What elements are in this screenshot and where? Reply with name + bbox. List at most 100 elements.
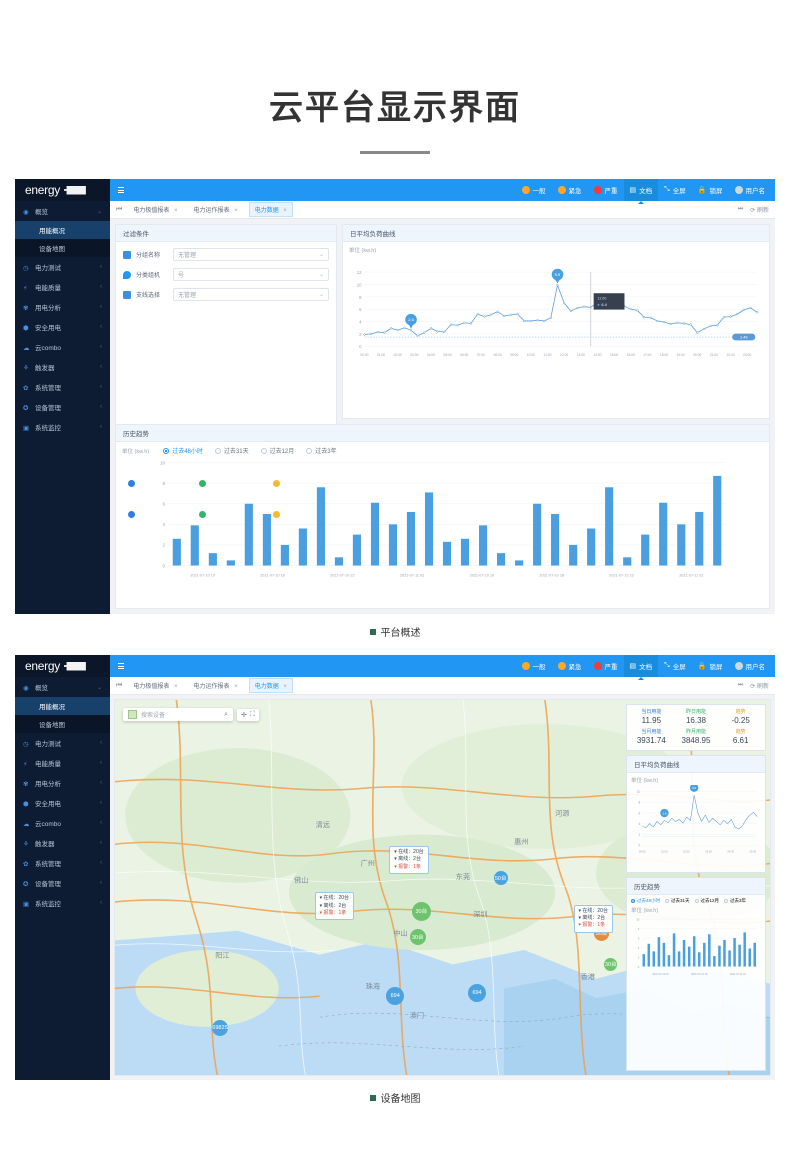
filter-select-2[interactable]: 无管理 ⌄ (173, 288, 329, 301)
search-icon[interactable]: ⌕ (224, 711, 228, 719)
sidebar-item-0[interactable]: ◉ 概览 ⌄ (15, 677, 110, 697)
topbar-button-1[interactable]: 紧急 (552, 179, 588, 201)
tab-2[interactable]: 电力数据 × (248, 202, 293, 217)
topbar-button-6[interactable]: 用户名 (729, 179, 772, 201)
sidebar-item-6[interactable]: ⬢ 安全用电 ‹ (15, 793, 110, 813)
sidebar-item-6[interactable]: ⬢ 安全用电 ‹ (15, 317, 110, 337)
sidebar-item-9[interactable]: ✿ 系统管理 ‹ (15, 853, 110, 873)
sidebar-item-10[interactable]: ✪ 设备管理 ‹ (15, 397, 110, 417)
bar-21[interactable] (551, 514, 560, 566)
map-bar-21[interactable] (748, 948, 751, 967)
bar-13[interactable] (406, 511, 416, 566)
sidebar-item-8[interactable]: ⚘ 触发器 ‹ (15, 833, 110, 853)
bar-23[interactable] (587, 528, 596, 566)
bar-28[interactable] (677, 524, 686, 566)
sidebar-item-3[interactable]: ◷ 电力测试 ‹ (15, 257, 110, 277)
filter-select-1[interactable]: 号 ⌄ (173, 268, 329, 281)
bar-8[interactable] (316, 487, 326, 566)
bar-16[interactable] (460, 538, 470, 566)
map-popup-0[interactable]: ▾ 在线：20台 ▾ 离线：2台 ▾ 报警：1条 (389, 846, 429, 874)
filter-select-0[interactable]: 无管理 ⌄ (173, 248, 329, 261)
radio-option-3[interactable]: 过去3年 (724, 898, 746, 904)
map-bar-3[interactable] (657, 937, 661, 967)
map-bar-14[interactable] (713, 956, 716, 967)
topbar-button-0[interactable]: 一般 (516, 655, 552, 677)
sidebar-item-5[interactable]: ✾ 用电分析 ‹ (15, 297, 110, 317)
map-popup-2[interactable]: ▾ 在线：20台 ▾ 离线：2台 ▾ 报警：1条 (573, 904, 613, 933)
sidebar-item-7[interactable]: ☁ 云combo ‹ (15, 337, 110, 357)
topbar-button-4[interactable]: ⤡ 全屏 (658, 655, 692, 677)
bar-22[interactable] (569, 544, 578, 566)
map-bar-15[interactable] (718, 945, 721, 967)
topbar-button-3[interactable]: ▤ 文档 (623, 179, 659, 204)
bar-4[interactable] (244, 503, 253, 566)
bar-27[interactable] (659, 502, 668, 566)
map-bar-8[interactable] (682, 939, 686, 967)
sidebar-item-4[interactable]: ⚡ 电能质量 ‹ (15, 277, 110, 297)
tab-scroll-left-icon[interactable]: ⏮ (116, 206, 122, 214)
radio-option-1[interactable]: 过去31天 (214, 446, 249, 455)
map-load-curve-chart[interactable]: 0 2 4 6 8 10 9.9 2.6 00:00 01:00 02:00 03:00 04:0… (631, 783, 761, 864)
sidebar-item-4[interactable]: ⚡ 电能质量 ‹ (15, 753, 110, 773)
close-icon[interactable]: × (174, 208, 178, 214)
tab-2[interactable]: 电力数据 × (248, 678, 293, 693)
map-bar-12[interactable] (703, 942, 706, 967)
map-bar-20[interactable] (743, 932, 746, 967)
sidebar-item-10[interactable]: ✪ 设备管理 ‹ (15, 873, 110, 893)
topbar-button-2[interactable]: 严重 (588, 179, 624, 201)
sidebar-item-5[interactable]: ✾ 用电分析 ‹ (15, 773, 110, 793)
map-bar-1[interactable] (647, 943, 651, 967)
tab-0[interactable]: 电力极值报表 × (128, 679, 182, 692)
device-map[interactable]: 清远 佛山 广州 东莞 中山 深圳 珠海 澳门 香港 惠州 阳江 河源 搜索设备 ⌕ ✛ ⛶ (114, 699, 771, 1076)
bar-0[interactable] (172, 538, 181, 566)
bar-7[interactable] (298, 528, 307, 566)
bar-20[interactable] (533, 503, 542, 566)
topbar-button-0[interactable]: 一般 (516, 179, 552, 201)
radio-option-1[interactable]: 过去31天 (665, 898, 690, 904)
bar-24[interactable] (605, 487, 614, 566)
bar-29[interactable] (695, 511, 704, 566)
bar-11[interactable] (370, 502, 380, 566)
radio-option-3[interactable]: 过去3年 (306, 446, 337, 455)
bar-9[interactable] (334, 557, 344, 566)
sidebar-item-7[interactable]: ☁ 云combo ‹ (15, 813, 110, 833)
bar-19[interactable] (515, 560, 524, 566)
sidebar-item-11[interactable]: ▣ 系统监控 ‹ (15, 417, 110, 437)
map-cluster-0[interactable]: 30台 (411, 901, 431, 921)
tab-0[interactable]: 电力极值报表 × (128, 203, 182, 216)
bar-5[interactable] (262, 514, 271, 566)
fit-icon[interactable]: ⛶ (250, 711, 255, 719)
map-history-bar-chart[interactable]: 0 2 4 6 8 10 2021-07-10 10 2021-07-10 18 2021-07… (631, 915, 761, 984)
sidebar-item-8[interactable]: ⚘ 触发器 ‹ (15, 357, 110, 377)
menu-toggle-icon-map[interactable] (114, 663, 128, 669)
map-cluster-1[interactable]: 30台 (409, 928, 426, 945)
topbar-button-5[interactable]: 🔒 锁屏 (692, 655, 729, 677)
map-bar-9[interactable] (687, 946, 691, 967)
bar-10[interactable] (352, 534, 361, 566)
history-bar-chart[interactable]: 0 2 4 6 8 10 2021-07-10 10 2021-07-10 18 2021-07… (122, 458, 763, 585)
radio-option-0[interactable]: 过去48小时 (163, 446, 203, 455)
tab-scroll-right-icon-map[interactable]: ⏭ (738, 682, 743, 689)
move-icon[interactable]: ✛ (241, 711, 247, 719)
tab-1[interactable]: 电力运作报表 × (189, 679, 243, 692)
sidebar-item-3[interactable]: ◷ 电力测试 ‹ (15, 733, 110, 753)
bar-25[interactable] (623, 557, 632, 566)
topbar-button-5[interactable]: 🔒 锁屏 (692, 179, 729, 201)
search-input[interactable]: 搜索设备 (141, 710, 220, 719)
tab-scroll-left-icon-map[interactable]: ⏮ (116, 682, 122, 690)
sidebar-item-2[interactable]: 设备地图 (15, 715, 110, 733)
map-bar-22[interactable] (753, 942, 756, 967)
radio-option-2[interactable]: 过去12月 (694, 898, 719, 904)
radio-option-2[interactable]: 过去12月 (260, 446, 294, 455)
menu-toggle-icon[interactable] (114, 187, 128, 193)
sidebar-item-1[interactable]: 用能概况 (15, 221, 110, 239)
bar-6[interactable] (280, 544, 289, 566)
bar-14[interactable] (424, 492, 434, 566)
map-bar-11[interactable] (697, 952, 701, 967)
bar-15[interactable] (442, 541, 452, 566)
search-input-box[interactable]: 搜索设备 ⌕ (123, 708, 233, 721)
map-bar-17[interactable] (728, 950, 731, 967)
bar-2[interactable] (208, 553, 217, 566)
map-bar-2[interactable] (652, 951, 656, 967)
tab-1[interactable]: 电力运作报表 × (189, 203, 243, 216)
